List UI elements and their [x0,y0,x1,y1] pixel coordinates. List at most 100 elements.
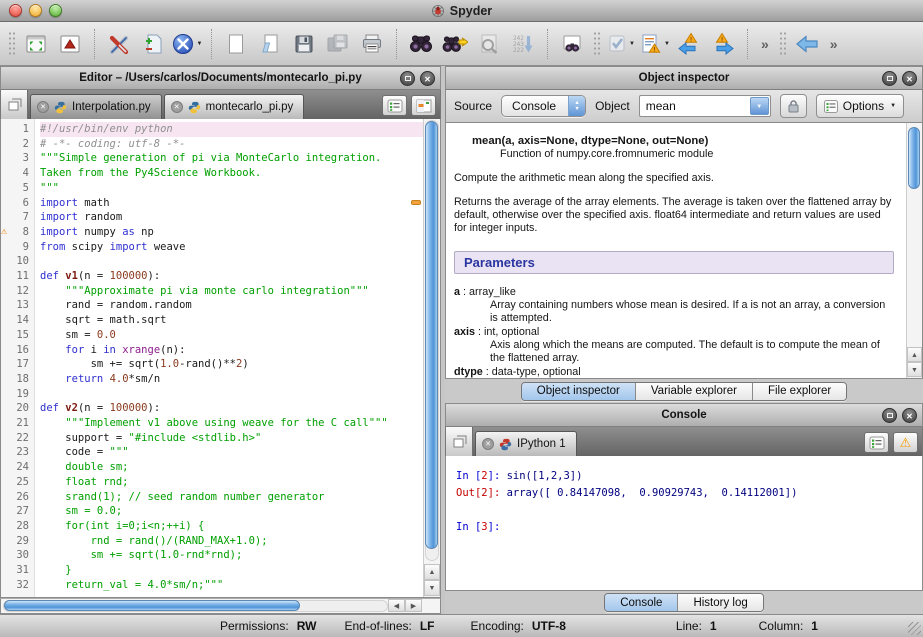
tab-IPython 1[interactable]: ✕IPython 1 [475,431,577,456]
editor-vertical-scrollbar[interactable]: ▲ ▼ [423,119,440,597]
open-file-button[interactable] [253,26,287,62]
tools-button[interactable] [102,26,136,62]
editor-code[interactable]: #!/usr/bin/env python# -*- coding: utf-8… [35,119,440,597]
scroll-left-icon[interactable]: ◀ [388,599,405,612]
line-number[interactable]: 6 [1,196,34,211]
save-button[interactable] [287,26,321,62]
source-select[interactable]: Console ▲▼ [501,95,586,117]
code-line[interactable]: sm += sqrt(1.0-rand()**2) [40,357,440,372]
maximize-pane-button[interactable] [19,26,53,62]
tab-montecarlo_pi.py[interactable]: ✕montecarlo_pi.py [164,94,305,119]
undock-pane-button[interactable] [400,71,415,86]
undock-pane-button[interactable] [882,408,897,423]
code-line[interactable]: srand(1); // seed random number generato… [40,490,440,505]
undock-pane-button[interactable] [882,71,897,86]
code-line[interactable]: sm = 0.0 [40,328,440,343]
console-output[interactable]: In [2]: sin([1,2,3])Out[2]: array([ 0.84… [446,456,922,536]
line-number[interactable]: 1 [1,122,34,137]
code-line[interactable]: def v1(n = 100000): [40,269,440,284]
editor-code-area[interactable]: 1234567⚠89101112131415161718192021222324… [0,119,441,598]
scroll-thumb[interactable] [908,127,920,189]
line-number[interactable]: 24 [1,460,34,475]
code-line[interactable]: import random [40,210,440,225]
inspector-pane-header[interactable]: Object inspector ✕ [445,66,923,90]
code-line[interactable]: return 4.0*sm/n [40,372,440,387]
code-line[interactable]: rand = random.random [40,298,440,313]
code-line[interactable]: """Implement v1 above using weave for th… [40,416,440,431]
line-number[interactable]: 11 [1,269,34,284]
fullscreen-button[interactable] [53,26,87,62]
line-number[interactable]: 27 [1,504,34,519]
new-file-button[interactable] [219,26,253,62]
code-line[interactable]: } [40,563,440,578]
zoom-window-button[interactable] [49,4,62,17]
line-number[interactable]: 32 [1,578,34,593]
code-line[interactable]: def v2(n = 100000): [40,401,440,416]
tab-Console[interactable]: Console [605,594,677,611]
dropdown-arrow-icon[interactable]: ▼ [664,41,670,47]
editor-pane-header[interactable]: Editor – /Users/carlos/Documents/monteca… [0,66,441,90]
scroll-thumb[interactable] [425,121,438,549]
scroll-up-icon[interactable]: ▲ [424,564,440,580]
code-line[interactable]: from scipy import weave [40,240,440,255]
resize-grip-icon[interactable] [908,622,921,635]
line-number[interactable]: 12 [1,284,34,299]
code-line[interactable] [40,387,440,402]
line-number[interactable]: 31 [1,563,34,578]
print-button[interactable] [355,26,389,62]
browse-tabs-button[interactable] [446,427,473,456]
line-number[interactable]: 9 [1,240,34,255]
code-line[interactable]: sqrt = math.sqrt [40,313,440,328]
code-line[interactable]: #!/usr/bin/env python [40,122,440,137]
code-line[interactable]: """ [40,181,440,196]
line-number[interactable]: 18 [1,372,34,387]
browse-tabs-button[interactable] [1,90,28,119]
line-number[interactable]: 21 [1,416,34,431]
code-line[interactable]: """Approximate pi via monte carlo integr… [40,284,440,299]
tab-File explorer[interactable]: File explorer [752,383,846,400]
warnings-list-button[interactable]: ! ▼ [638,26,672,62]
scroll-down-icon[interactable]: ▼ [907,362,922,377]
line-number[interactable]: 30 [1,548,34,563]
split-editor-button[interactable] [411,95,436,116]
code-line[interactable]: sm += sqrt(1.0-rnd*rnd); [40,548,440,563]
tab-Object inspector[interactable]: Object inspector [522,383,635,400]
line-number[interactable]: 20 [1,401,34,416]
toolbar-overflow-icon[interactable]: » [755,36,775,52]
dropdown-arrow-icon[interactable]: ▼ [197,41,203,47]
todo-list-button[interactable]: ▼ [604,26,638,62]
toolbar-overflow-icon[interactable]: » [824,36,844,52]
console-pane-header[interactable]: Console ✕ [445,403,923,427]
close-tab-icon[interactable]: ✕ [37,101,49,113]
console-interrupt-button[interactable]: ⚠ [893,432,918,453]
code-line[interactable]: rnd = rand()/(RAND_MAX+1.0); [40,534,440,549]
code-line[interactable]: # -*- coding: utf-8 -*- [40,137,440,152]
line-number[interactable]: 15 [1,328,34,343]
line-number[interactable]: 2 [1,137,34,152]
close-pane-button[interactable]: ✕ [902,408,917,423]
goto-line-button[interactable]: 242243222 [506,26,540,62]
console-options-button[interactable] [864,432,889,453]
line-number[interactable]: 28 [1,519,34,534]
code-line[interactable]: """Simple generation of pi via MonteCarl… [40,151,440,166]
combo-dropdown-icon[interactable]: ▼ [750,97,769,115]
scroll-up-icon[interactable]: ▲ [907,347,922,362]
tools-menu-button[interactable]: ▼ [170,26,204,62]
line-number[interactable]: 17 [1,357,34,372]
code-line[interactable]: sm = 0.0; [40,504,440,519]
find-in-editor-button[interactable] [555,26,589,62]
line-number[interactable]: 19 [1,387,34,402]
line-number[interactable]: 4 [1,166,34,181]
line-number[interactable]: 10 [1,254,34,269]
show-tab-list-button[interactable] [382,95,407,116]
scroll-down-icon[interactable]: ▼ [424,580,440,596]
line-number[interactable]: ⚠8 [1,225,34,240]
lock-button[interactable] [780,94,807,118]
code-line[interactable] [40,254,440,269]
previous-warning-button[interactable]: ! [672,26,706,62]
scrollbar-warning-flag[interactable] [411,200,421,205]
line-number[interactable]: 22 [1,431,34,446]
new-window-button[interactable] [136,26,170,62]
inspector-vertical-scrollbar[interactable]: ▲ ▼ [906,123,922,378]
line-number[interactable]: 16 [1,343,34,358]
